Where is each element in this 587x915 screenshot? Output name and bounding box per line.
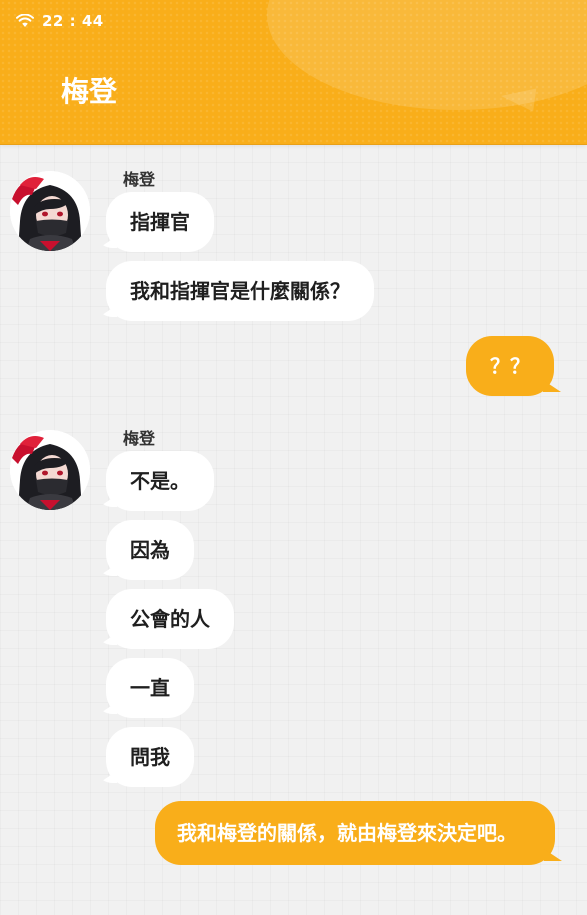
sender-name: 梅登 <box>123 170 156 189</box>
avatar[interactable] <box>10 430 90 510</box>
incoming-message[interactable]: 問我 <box>106 727 194 787</box>
page-title: 梅登 <box>61 75 118 108</box>
outgoing-message[interactable]: ？？ <box>466 336 554 396</box>
avatar-portrait <box>10 171 90 251</box>
incoming-message[interactable]: 我和指揮官是什麼關係？ <box>106 261 374 321</box>
incoming-message[interactable]: 因為 <box>106 520 194 580</box>
incoming-message[interactable]: 不是。 <box>106 451 214 511</box>
avatar-portrait <box>10 430 90 510</box>
incoming-message[interactable]: 一直 <box>106 658 194 718</box>
chat-header: 22 : 44 梅登 <box>0 0 587 145</box>
chat-screen: 22 : 44 梅登 梅登 指揮官 我和指揮官是什麼關係？ ？？ 梅登 不是。 … <box>0 0 587 915</box>
status-bar: 22 : 44 <box>16 12 104 30</box>
incoming-message[interactable]: 公會的人 <box>106 589 234 649</box>
outgoing-message[interactable]: 我和梅登的關係，就由梅登來決定吧。 <box>155 801 555 865</box>
status-time: 22 : 44 <box>42 12 104 30</box>
sender-name: 梅登 <box>123 429 156 448</box>
wifi-icon <box>16 14 34 27</box>
avatar[interactable] <box>10 171 90 251</box>
header-decoration <box>267 0 587 110</box>
incoming-message[interactable]: 指揮官 <box>106 192 214 252</box>
